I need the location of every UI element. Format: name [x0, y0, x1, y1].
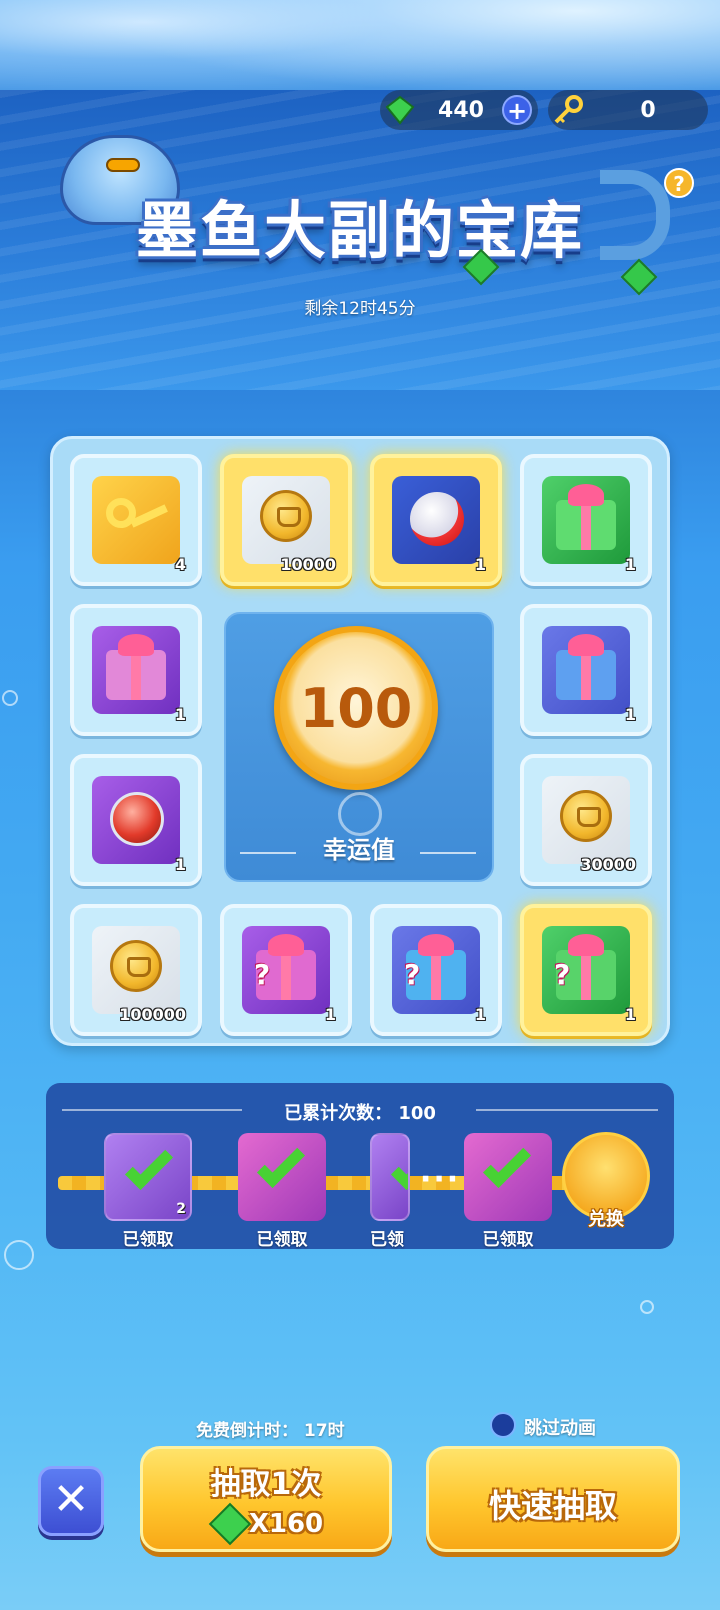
key-icon: [548, 90, 588, 130]
milestone-reward[interactable]: [238, 1133, 326, 1221]
milestone-reward[interactable]: 2: [104, 1133, 192, 1221]
bubble-decoration: [640, 1300, 654, 1314]
reward-count: 1: [474, 555, 486, 574]
bubble-decoration: [4, 1240, 34, 1270]
add-gems-button[interactable]: +: [502, 95, 532, 125]
reward-count: 1: [624, 555, 636, 574]
reward-count: 1: [324, 1005, 336, 1024]
draw-once-label: 抽取1次: [210, 1467, 322, 1502]
reward-cell-ball-red[interactable]: 1: [70, 754, 202, 886]
more-milestones-ellipsis: ···: [420, 1162, 461, 1197]
check-icon: [482, 1139, 532, 1189]
skip-animation-toggle[interactable]: [490, 1412, 516, 1438]
exchange-button-label[interactable]: 兑换: [562, 1205, 650, 1231]
bubble-decoration: [2, 690, 18, 706]
gem-count: 440: [438, 97, 484, 123]
key-count: 0: [640, 97, 656, 123]
reward-count: 1: [624, 705, 636, 724]
gift-icon: [556, 500, 616, 550]
skip-animation-label[interactable]: 跳过动画: [524, 1414, 596, 1440]
reward-count: 10000: [280, 555, 336, 574]
reward-cell-mystery-gift-purple[interactable]: ? 1: [220, 904, 352, 1036]
help-button[interactable]: ?: [664, 168, 694, 198]
quick-draw-button[interactable]: 快速抽取: [426, 1446, 680, 1552]
milestone-status: 已领取: [256, 1230, 308, 1250]
quick-draw-label: 快速抽取: [488, 1487, 617, 1525]
reward-cell-gift-purple[interactable]: 1: [70, 604, 202, 736]
gem-icon: [380, 90, 420, 130]
milestone-reward[interactable]: [464, 1133, 552, 1221]
milestone-reward[interactable]: [370, 1133, 410, 1221]
coin-icon: [260, 490, 312, 542]
reward-count: 100000: [119, 1005, 186, 1024]
key-balance: 0: [548, 90, 708, 130]
event-title: 墨鱼大副的宝库: [135, 194, 584, 267]
lucky-value: 100: [299, 676, 413, 740]
coin-icon: [110, 940, 162, 992]
check-icon: [124, 1141, 174, 1191]
lucky-coin-icon: 100: [274, 626, 438, 790]
lucky-value-label: 幸运值: [323, 836, 395, 864]
reward-cell-key[interactable]: 4: [70, 454, 202, 586]
reward-count: 4: [174, 555, 186, 574]
gem-balance: 440 +: [380, 90, 538, 130]
reward-cell-coin[interactable]: 100000: [70, 904, 202, 1036]
reward-cell-mystery-gift-blue[interactable]: ? 1: [370, 904, 502, 1036]
reward-count: 1: [624, 1005, 636, 1024]
reward-count: 1: [174, 705, 186, 724]
check-icon: [256, 1139, 306, 1189]
reward-cell-gift-green[interactable]: 1: [520, 454, 652, 586]
reward-cell-mystery-gift-green[interactable]: ? 1: [520, 904, 652, 1036]
reward-cell-gift-blue[interactable]: 1: [520, 604, 652, 736]
check-icon: [390, 1141, 408, 1191]
draw-cost: X160: [248, 1509, 324, 1539]
draw-once-button[interactable]: 抽取1次 X160: [140, 1446, 392, 1552]
reward-cell-coin[interactable]: 30000: [520, 754, 652, 886]
ball-icon: [410, 492, 464, 546]
reward-cell-ball[interactable]: 1: [370, 454, 502, 586]
event-time-remaining: 剩余12时45分: [304, 299, 416, 319]
reward-cell-coin[interactable]: 10000: [220, 454, 352, 586]
gift-icon: [106, 650, 166, 700]
coin-icon: [560, 790, 612, 842]
reward-count: 30000: [580, 855, 636, 874]
cumulative-count: 已累计次数： 100: [284, 1103, 436, 1124]
milestone-count: 2: [176, 1201, 186, 1217]
ball-icon: [110, 792, 164, 846]
free-draw-countdown: 免费倒计时： 17时: [196, 1421, 345, 1441]
close-button[interactable]: ✕: [38, 1466, 104, 1536]
milestone-status: 已领取: [482, 1230, 534, 1250]
milestone-status: 已领: [370, 1230, 404, 1250]
gift-icon: [556, 650, 616, 700]
reward-count: 1: [174, 855, 186, 874]
milestone-status: 已领取: [122, 1230, 174, 1250]
reward-count: 1: [474, 1005, 486, 1024]
